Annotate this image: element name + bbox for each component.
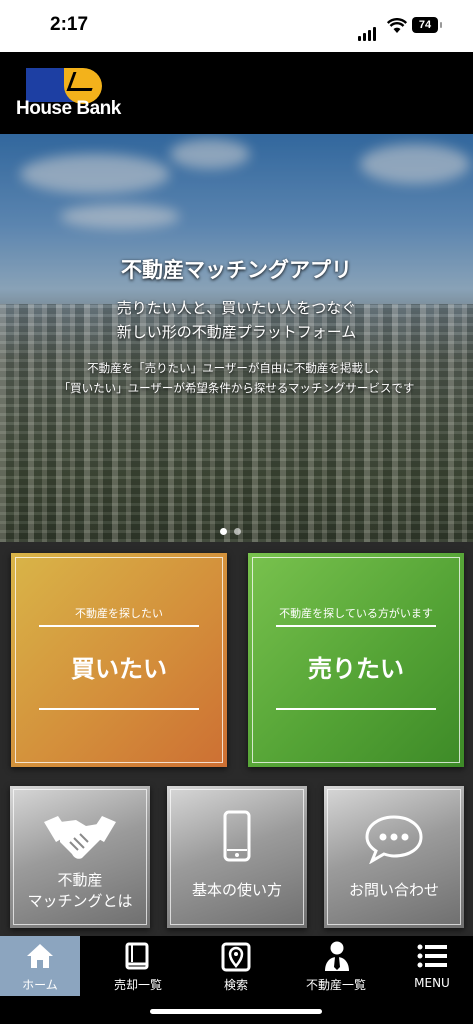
agent-icon — [325, 941, 349, 971]
smartphone-icon — [223, 810, 251, 862]
buy-card-title: 買いたい — [71, 655, 167, 683]
status-time: 2:17 — [50, 14, 89, 35]
carousel-dots[interactable] — [220, 520, 248, 539]
sell-card[interactable]: 不動産を探している方がいます 売りたい — [248, 553, 464, 767]
nav-item-home[interactable]: ホーム — [0, 936, 80, 996]
contact-tile-label: お問い合わせ — [348, 881, 439, 899]
about-tile-line2: マッチングとは — [27, 892, 133, 910]
buy-card-caption: 不動産を探したい — [75, 607, 163, 620]
carousel-dot-1[interactable] — [220, 528, 227, 535]
hero-subtitle: 売りたい人と、買いたい人をつなぐ 新しい形の不動産プラットフォーム — [0, 296, 473, 344]
home-indicator-area — [0, 996, 473, 1024]
home-icon — [27, 944, 53, 968]
nav-item-property-list[interactable]: 不動産一覧 — [292, 936, 380, 996]
menu-icon — [417, 944, 447, 968]
battery-icon: 74 — [412, 17, 442, 33]
house-bank-logo[interactable]: House Bank — [16, 68, 121, 122]
hero-description: 不動産を「売りたい」ユーザーが自由に不動産を掲載し、 「買いたい」ユーザーが希望… — [0, 358, 473, 398]
sell-card-title: 売りたい — [308, 655, 404, 683]
nav-label-search: 検索 — [223, 978, 248, 992]
about-tile-line1: 不動産 — [57, 871, 103, 889]
hero-desc-line2: 「買いたい」ユーザーが希望条件から探せるマッチングサービスです — [58, 381, 415, 395]
hero-subtitle-line2: 新しい形の不動産プラットフォーム — [116, 323, 357, 341]
hero-subtitle-line1: 売りたい人と、買いたい人をつなぐ — [116, 299, 357, 317]
nav-label-sale-list: 売却一覧 — [113, 978, 162, 992]
hero-desc-line1: 不動産を「売りたい」ユーザーが自由に不動産を掲載し、 — [87, 361, 386, 375]
card-divider — [39, 625, 199, 627]
map-pin-icon — [221, 942, 251, 972]
nav-item-menu[interactable]: MENU — [396, 936, 468, 996]
wifi-icon — [387, 18, 407, 33]
chat-bubble-icon — [365, 815, 423, 864]
book-icon — [125, 942, 149, 970]
sell-card-caption: 不動産を探している方がいます — [279, 607, 433, 620]
logo-text: House Bank — [16, 98, 121, 119]
about-matching-tile[interactable]: 不動産 マッチングとは — [10, 786, 150, 928]
carousel-dot-2[interactable] — [234, 528, 241, 535]
nav-item-sale-list[interactable]: 売却一覧 — [96, 936, 180, 996]
hero-banner[interactable]: 不動産マッチングアプリ 売りたい人と、買いたい人をつなぐ 新しい形の不動産プラッ… — [0, 134, 473, 542]
nav-item-search[interactable]: 検索 — [196, 936, 276, 996]
nav-label-home: ホーム — [22, 978, 58, 992]
handshake-icon — [44, 816, 116, 859]
nav-label-property-list: 不動産一覧 — [305, 978, 366, 992]
app-header: House Bank — [0, 52, 473, 134]
nav-label-menu: MENU — [414, 976, 450, 990]
card-divider — [276, 625, 436, 627]
status-bar: 2:17 74 — [0, 0, 473, 52]
hero-title: 不動産マッチングアプリ — [121, 258, 352, 282]
card-divider — [39, 708, 199, 710]
signal-icon — [358, 22, 378, 41]
contact-tile[interactable]: お問い合わせ — [324, 786, 464, 928]
card-divider — [276, 708, 436, 710]
about-tile-label: 不動産 マッチングとは — [10, 870, 150, 912]
buy-card[interactable]: 不動産を探したい 買いたい — [11, 553, 227, 767]
bottom-nav: ホーム 売却一覧 検索 不動産一覧 MENU — [0, 936, 473, 996]
usage-tile-label: 基本の使い方 — [191, 881, 282, 899]
basic-usage-tile[interactable]: 基本の使い方 — [167, 786, 307, 928]
home-indicator[interactable] — [150, 1009, 322, 1014]
